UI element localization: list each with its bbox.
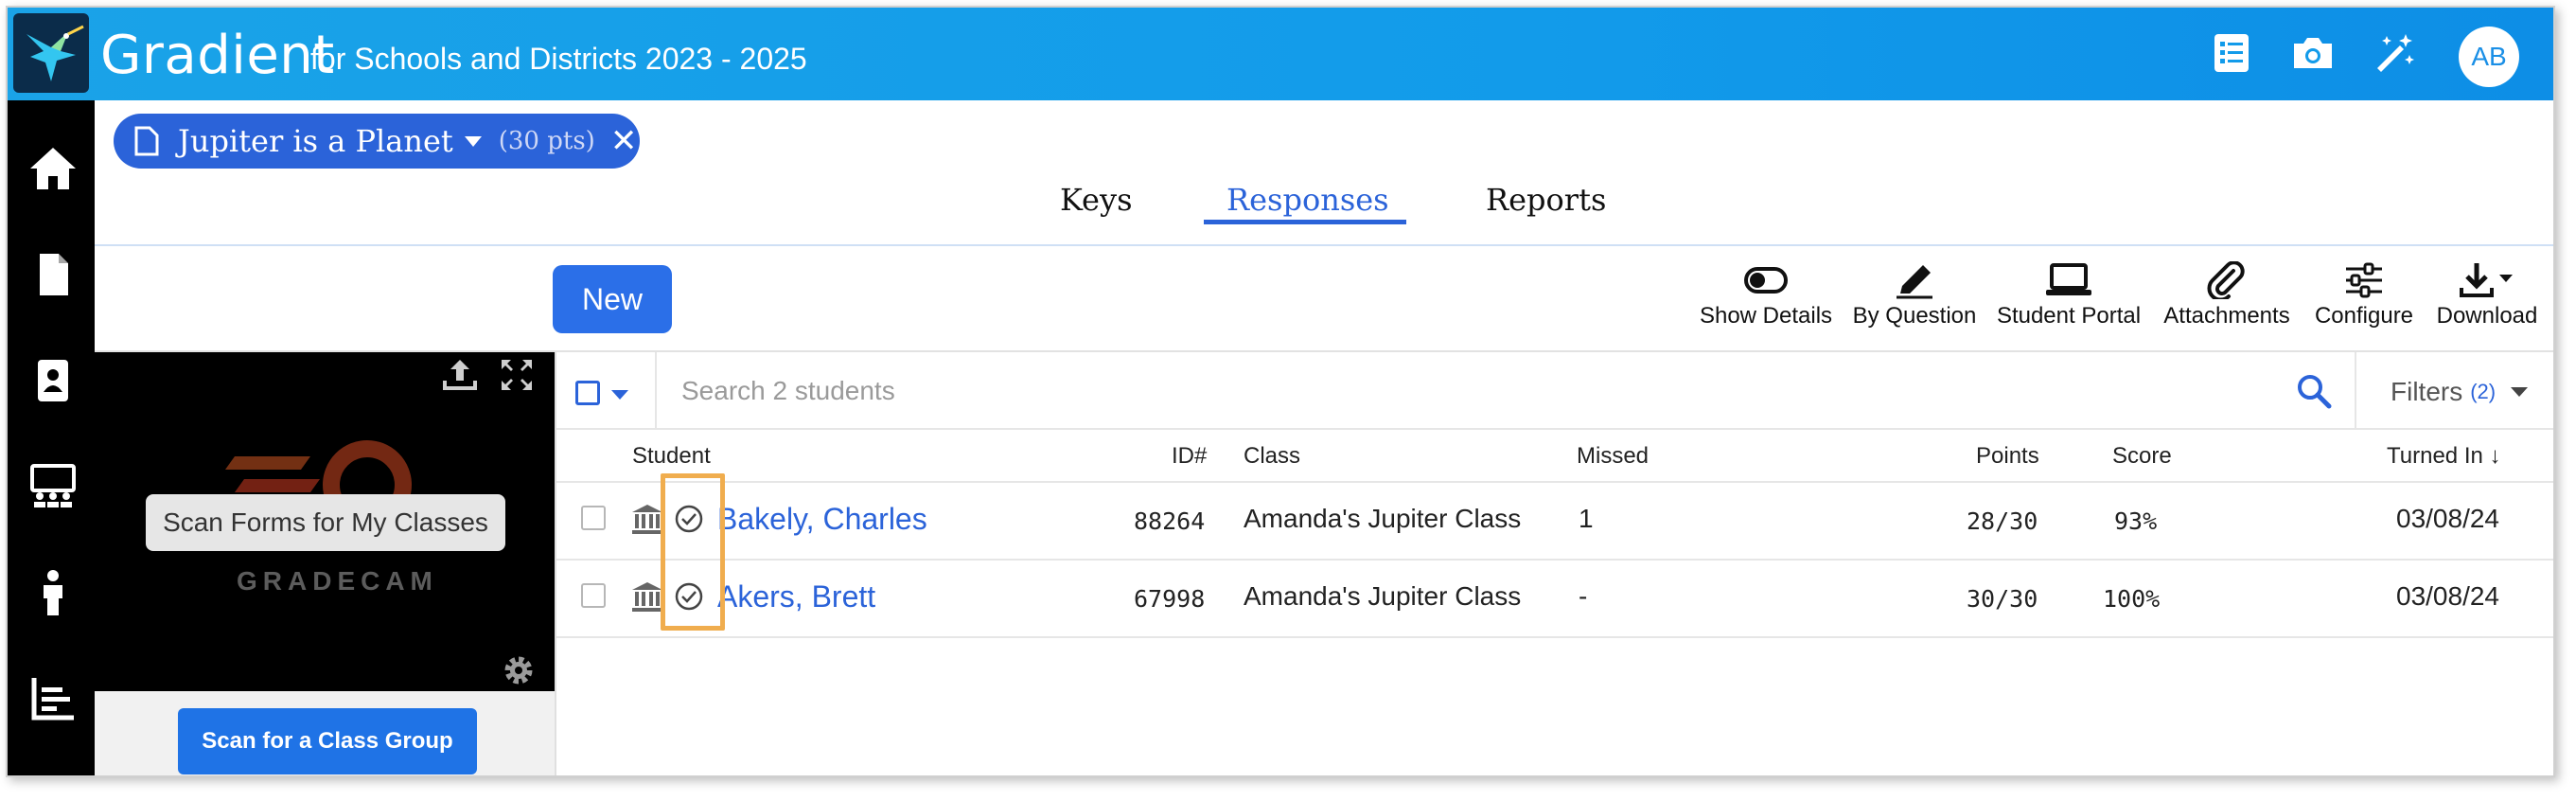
divider (2355, 352, 2356, 430)
document-icon[interactable] (28, 250, 78, 299)
assignment-points: (30 pts) (498, 127, 595, 155)
paperclip-icon (2207, 261, 2245, 299)
tab-responses[interactable]: Responses (1226, 182, 1389, 218)
classes-icon[interactable] (28, 462, 78, 511)
student-class: Amanda's Jupiter Class (1244, 581, 1522, 611)
assignment-name: Jupiter is a Planet (178, 123, 453, 159)
responses-table: Filters (2) Student ID# Class Missed Poi… (555, 352, 2553, 775)
student-portal-label: Student Portal (1996, 303, 2142, 329)
column-header-turned-in[interactable]: Turned In ↓ (2387, 443, 2501, 470)
column-header-class[interactable]: Class (1244, 443, 1300, 470)
missed-count: 1 (1579, 504, 1594, 533)
chevron-down-icon (2511, 387, 2529, 397)
institution-icon (632, 582, 662, 612)
column-header-missed[interactable]: Missed (1577, 443, 1649, 470)
attachments-label: Attachments (2163, 303, 2290, 329)
list-icon[interactable] (2209, 30, 2254, 76)
close-icon[interactable]: ✕ (610, 122, 638, 160)
scanner-brand: GRADECAM (237, 566, 438, 596)
turned-in-date: 03/08/24 (2396, 504, 2499, 533)
show-details-label: Show Details (1699, 303, 1833, 329)
download-button[interactable]: Download (2430, 261, 2544, 329)
gear-icon[interactable] (502, 653, 536, 687)
filters-dropdown[interactable]: Filters (2) (2391, 377, 2529, 407)
points-value: 28/30 (1967, 507, 2038, 535)
expand-icon[interactable] (500, 358, 534, 392)
download-icon (2460, 263, 2513, 297)
user-avatar[interactable]: AB (2459, 27, 2519, 87)
show-details-button[interactable]: Show Details (1696, 261, 1836, 329)
app-title: Gradient (100, 25, 335, 86)
student-name-link[interactable]: Bakely, Charles (717, 502, 927, 537)
select-all-checkbox[interactable] (575, 381, 600, 405)
column-header-points[interactable]: Points (1976, 443, 2039, 470)
points-value: 30/30 (1967, 585, 2038, 613)
row-checkbox[interactable] (581, 506, 606, 530)
row-divider (556, 636, 2553, 638)
laptop-icon (2046, 263, 2091, 295)
student-class: Amanda's Jupiter Class (1244, 504, 1522, 533)
toggle-icon (1744, 267, 1788, 294)
search-icon[interactable] (2296, 373, 2332, 409)
institution-icon (632, 505, 662, 534)
row-divider (556, 559, 2553, 561)
header-divider (95, 244, 2553, 246)
search-input[interactable] (681, 369, 2196, 413)
score-value: 93% (2114, 507, 2158, 535)
scanner-footer: Scan for a Class Group (95, 691, 555, 775)
divider (655, 352, 657, 430)
student-id-icon[interactable] (28, 356, 78, 405)
active-tab-indicator (1204, 220, 1406, 224)
pencil-icon (1897, 265, 1932, 299)
chevron-down-icon[interactable] (611, 390, 628, 400)
highlight-annotation (661, 473, 725, 631)
header-divider (556, 481, 2553, 483)
turned-in-date: 03/08/24 (2396, 581, 2499, 611)
hummingbird-logo-icon[interactable] (13, 13, 89, 93)
reports-icon[interactable] (28, 674, 78, 723)
attachments-button[interactable]: Attachments (2158, 261, 2296, 329)
by-question-label: By Question (1852, 303, 1977, 329)
scanner-preview[interactable]: Scan Forms for My Classes GRADECAM (95, 352, 555, 691)
row-checkbox[interactable] (581, 583, 606, 608)
turned-in-label: Turned In (2387, 443, 2483, 469)
missed-count: - (1579, 581, 1588, 611)
student-id: 67998 (1134, 585, 1206, 613)
filters-label: Filters (2391, 377, 2463, 406)
column-header-score[interactable]: Score (2112, 443, 2172, 470)
scan-class-group-button[interactable]: Scan for a Class Group (178, 708, 477, 774)
new-button[interactable]: New (553, 265, 672, 333)
app-subtitle: for Schools and Districts 2023 - 2025 (310, 42, 807, 76)
tab-keys[interactable]: Keys (1060, 182, 1132, 218)
configure-label: Configure (2314, 303, 2414, 329)
sliders-icon (2346, 262, 2382, 298)
by-question-button[interactable]: By Question (1849, 261, 1980, 329)
document-icon (134, 126, 159, 156)
configure-button[interactable]: Configure (2309, 261, 2419, 329)
chevron-down-icon[interactable] (464, 135, 482, 147)
tab-reports[interactable]: Reports (1486, 182, 1606, 218)
score-value: 100% (2103, 585, 2161, 613)
assignment-selector[interactable]: Jupiter is a Planet (30 pts) ✕ (114, 114, 640, 169)
student-portal-button[interactable]: Student Portal (1993, 261, 2144, 329)
column-header-student[interactable]: Student (632, 443, 711, 470)
scan-forms-tooltip[interactable]: Scan Forms for My Classes (146, 494, 505, 551)
download-label: Download (2436, 303, 2538, 329)
column-header-id[interactable]: ID# (1172, 443, 1207, 470)
camera-icon[interactable] (2290, 30, 2336, 76)
app-window: Gradient for Schools and Districts 2023 … (6, 6, 2555, 777)
magic-wand-icon[interactable] (2372, 30, 2417, 76)
search-bar: Filters (2) (556, 352, 2553, 430)
filters-count: (2) (2470, 380, 2497, 403)
student-id: 88264 (1134, 507, 1206, 535)
top-bar: Gradient for Schools and Districts 2023 … (8, 8, 2553, 100)
sort-arrow-icon[interactable]: ↓ (2490, 443, 2501, 469)
person-icon[interactable] (28, 568, 78, 617)
upload-icon[interactable] (441, 356, 479, 392)
student-name-link[interactable]: Akers, Brett (717, 579, 875, 614)
